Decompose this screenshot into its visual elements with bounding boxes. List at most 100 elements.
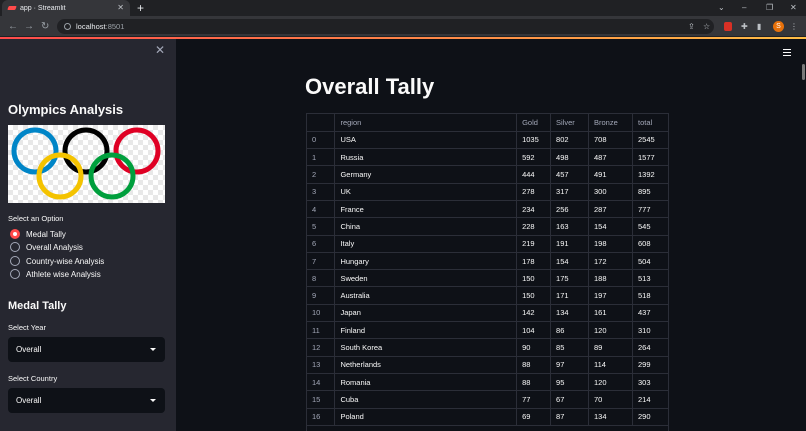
table-cell[interactable]: 120: [588, 321, 633, 340]
table-cell[interactable]: 191: [550, 235, 590, 253]
select-year-dropdown[interactable]: Overall: [8, 337, 165, 362]
table-cell[interactable]: 5: [307, 217, 336, 236]
table-cell[interactable]: 90: [516, 338, 552, 357]
table-cell[interactable]: 178: [516, 252, 552, 271]
table-cell[interactable]: Italy: [334, 235, 518, 253]
table-cell[interactable]: 487: [588, 148, 633, 167]
browser-tab[interactable]: app · Streamlit ✕: [2, 0, 130, 16]
chrome-menu-icon[interactable]: ⋮: [790, 19, 798, 34]
table-cell[interactable]: Finland: [334, 321, 518, 340]
column-header-total[interactable]: total: [632, 114, 668, 132]
table-cell[interactable]: 172: [588, 252, 633, 271]
radio-unselected-icon[interactable]: [10, 269, 20, 279]
table-cell[interactable]: Sweden: [334, 269, 518, 288]
radio-unselected-icon[interactable]: [10, 256, 20, 266]
scrollbar-thumb[interactable]: [802, 64, 805, 80]
column-header-region[interactable]: region: [334, 114, 518, 132]
side-panel-icon[interactable]: ▮: [757, 19, 761, 34]
table-cell[interactable]: 777: [632, 200, 668, 219]
table-cell[interactable]: 14: [307, 373, 336, 392]
table-cell[interactable]: 214: [632, 390, 668, 409]
table-cell[interactable]: Japan: [334, 304, 518, 323]
table-cell[interactable]: 256: [550, 200, 590, 219]
forward-icon[interactable]: →: [24, 16, 34, 37]
table-cell[interactable]: 513: [632, 269, 668, 288]
extension-icon[interactable]: [724, 22, 732, 31]
table-cell[interactable]: 67: [550, 390, 590, 409]
table-cell[interactable]: 234: [516, 200, 552, 219]
table-cell[interactable]: Australia: [334, 286, 518, 305]
table-cell[interactable]: 310: [632, 321, 668, 340]
table-cell[interactable]: 175: [550, 269, 590, 288]
table-cell[interactable]: 15: [307, 390, 336, 409]
site-info-icon[interactable]: [64, 23, 71, 30]
table-cell[interactable]: USA: [334, 131, 518, 150]
table-cell[interactable]: 6: [307, 235, 336, 253]
table-cell[interactable]: 608: [632, 235, 668, 253]
table-cell[interactable]: 2545: [632, 131, 668, 150]
table-cell[interactable]: 154: [550, 252, 590, 271]
table-cell[interactable]: 69: [516, 408, 552, 426]
maximize-icon[interactable]: ❐: [766, 0, 773, 16]
radio-option-medal-tally[interactable]: Medal Tally: [10, 229, 66, 239]
radio-selected-icon[interactable]: [10, 229, 20, 239]
tab-close-icon[interactable]: ✕: [117, 4, 124, 12]
table-cell[interactable]: 171: [550, 286, 590, 305]
table-cell[interactable]: France: [334, 200, 518, 219]
table-cell[interactable]: 134: [588, 408, 633, 426]
table-cell[interactable]: 895: [632, 183, 668, 201]
table-cell[interactable]: 11: [307, 321, 336, 340]
table-cell[interactable]: 317: [550, 183, 590, 201]
radio-unselected-icon[interactable]: [10, 242, 20, 252]
table-cell[interactable]: 154: [588, 217, 633, 236]
table-cell[interactable]: 88: [516, 356, 552, 374]
profile-avatar[interactable]: S: [773, 21, 784, 32]
table-cell[interactable]: 545: [632, 217, 668, 236]
radio-option-overall-analysis[interactable]: Overall Analysis: [10, 242, 83, 252]
table-cell[interactable]: UK: [334, 183, 518, 201]
new-tab-button[interactable]: +: [137, 0, 144, 16]
table-cell[interactable]: 4: [307, 200, 336, 219]
radio-option-athlete-wise-analysis[interactable]: Athlete wise Analysis: [10, 269, 101, 279]
table-cell[interactable]: 708: [588, 131, 633, 150]
table-cell[interactable]: 77: [516, 390, 552, 409]
table-cell[interactable]: 150: [516, 269, 552, 288]
medal-tally-table[interactable]: region Gold Silver Bronze total 0 USA 1035 802 7…: [306, 113, 669, 431]
table-cell[interactable]: 85: [550, 338, 590, 357]
table-cell[interactable]: 444: [516, 165, 552, 184]
table-cell[interactable]: 86: [550, 321, 590, 340]
back-icon[interactable]: ←: [8, 16, 18, 37]
table-cell[interactable]: 163: [550, 217, 590, 236]
minimize-icon[interactable]: –: [742, 0, 746, 16]
table-cell[interactable]: 518: [632, 286, 668, 305]
table-cell[interactable]: 592: [516, 148, 552, 167]
close-window-icon[interactable]: ✕: [790, 0, 797, 16]
table-cell[interactable]: 8: [307, 269, 336, 288]
table-cell[interactable]: 87: [550, 408, 590, 426]
table-cell[interactable]: 219: [516, 235, 552, 253]
index-column-header[interactable]: [307, 114, 336, 132]
table-cell[interactable]: 1577: [632, 148, 668, 167]
table-cell[interactable]: 300: [588, 183, 633, 201]
table-cell[interactable]: Germany: [334, 165, 518, 184]
table-cell[interactable]: 802: [550, 131, 590, 150]
table-cell[interactable]: 9: [307, 286, 336, 305]
table-cell[interactable]: 278: [516, 183, 552, 201]
table-cell[interactable]: Poland: [334, 408, 518, 426]
table-cell[interactable]: 491: [588, 165, 633, 184]
table-cell[interactable]: 161: [588, 304, 633, 323]
table-cell[interactable]: 95: [550, 373, 590, 392]
table-cell[interactable]: 303: [632, 373, 668, 392]
table-cell[interactable]: 228: [516, 217, 552, 236]
table-cell[interactable]: 188: [588, 269, 633, 288]
table-cell[interactable]: 13: [307, 356, 336, 374]
column-header-gold[interactable]: Gold: [516, 114, 552, 132]
table-cell[interactable]: Cuba: [334, 390, 518, 409]
table-cell[interactable]: 104: [516, 321, 552, 340]
table-cell[interactable]: 1392: [632, 165, 668, 184]
table-cell[interactable]: South Korea: [334, 338, 518, 357]
table-cell[interactable]: 0: [307, 131, 336, 150]
table-cell[interactable]: 197: [588, 286, 633, 305]
share-icon[interactable]: ⇪: [688, 19, 695, 34]
table-cell[interactable]: 290: [632, 408, 668, 426]
